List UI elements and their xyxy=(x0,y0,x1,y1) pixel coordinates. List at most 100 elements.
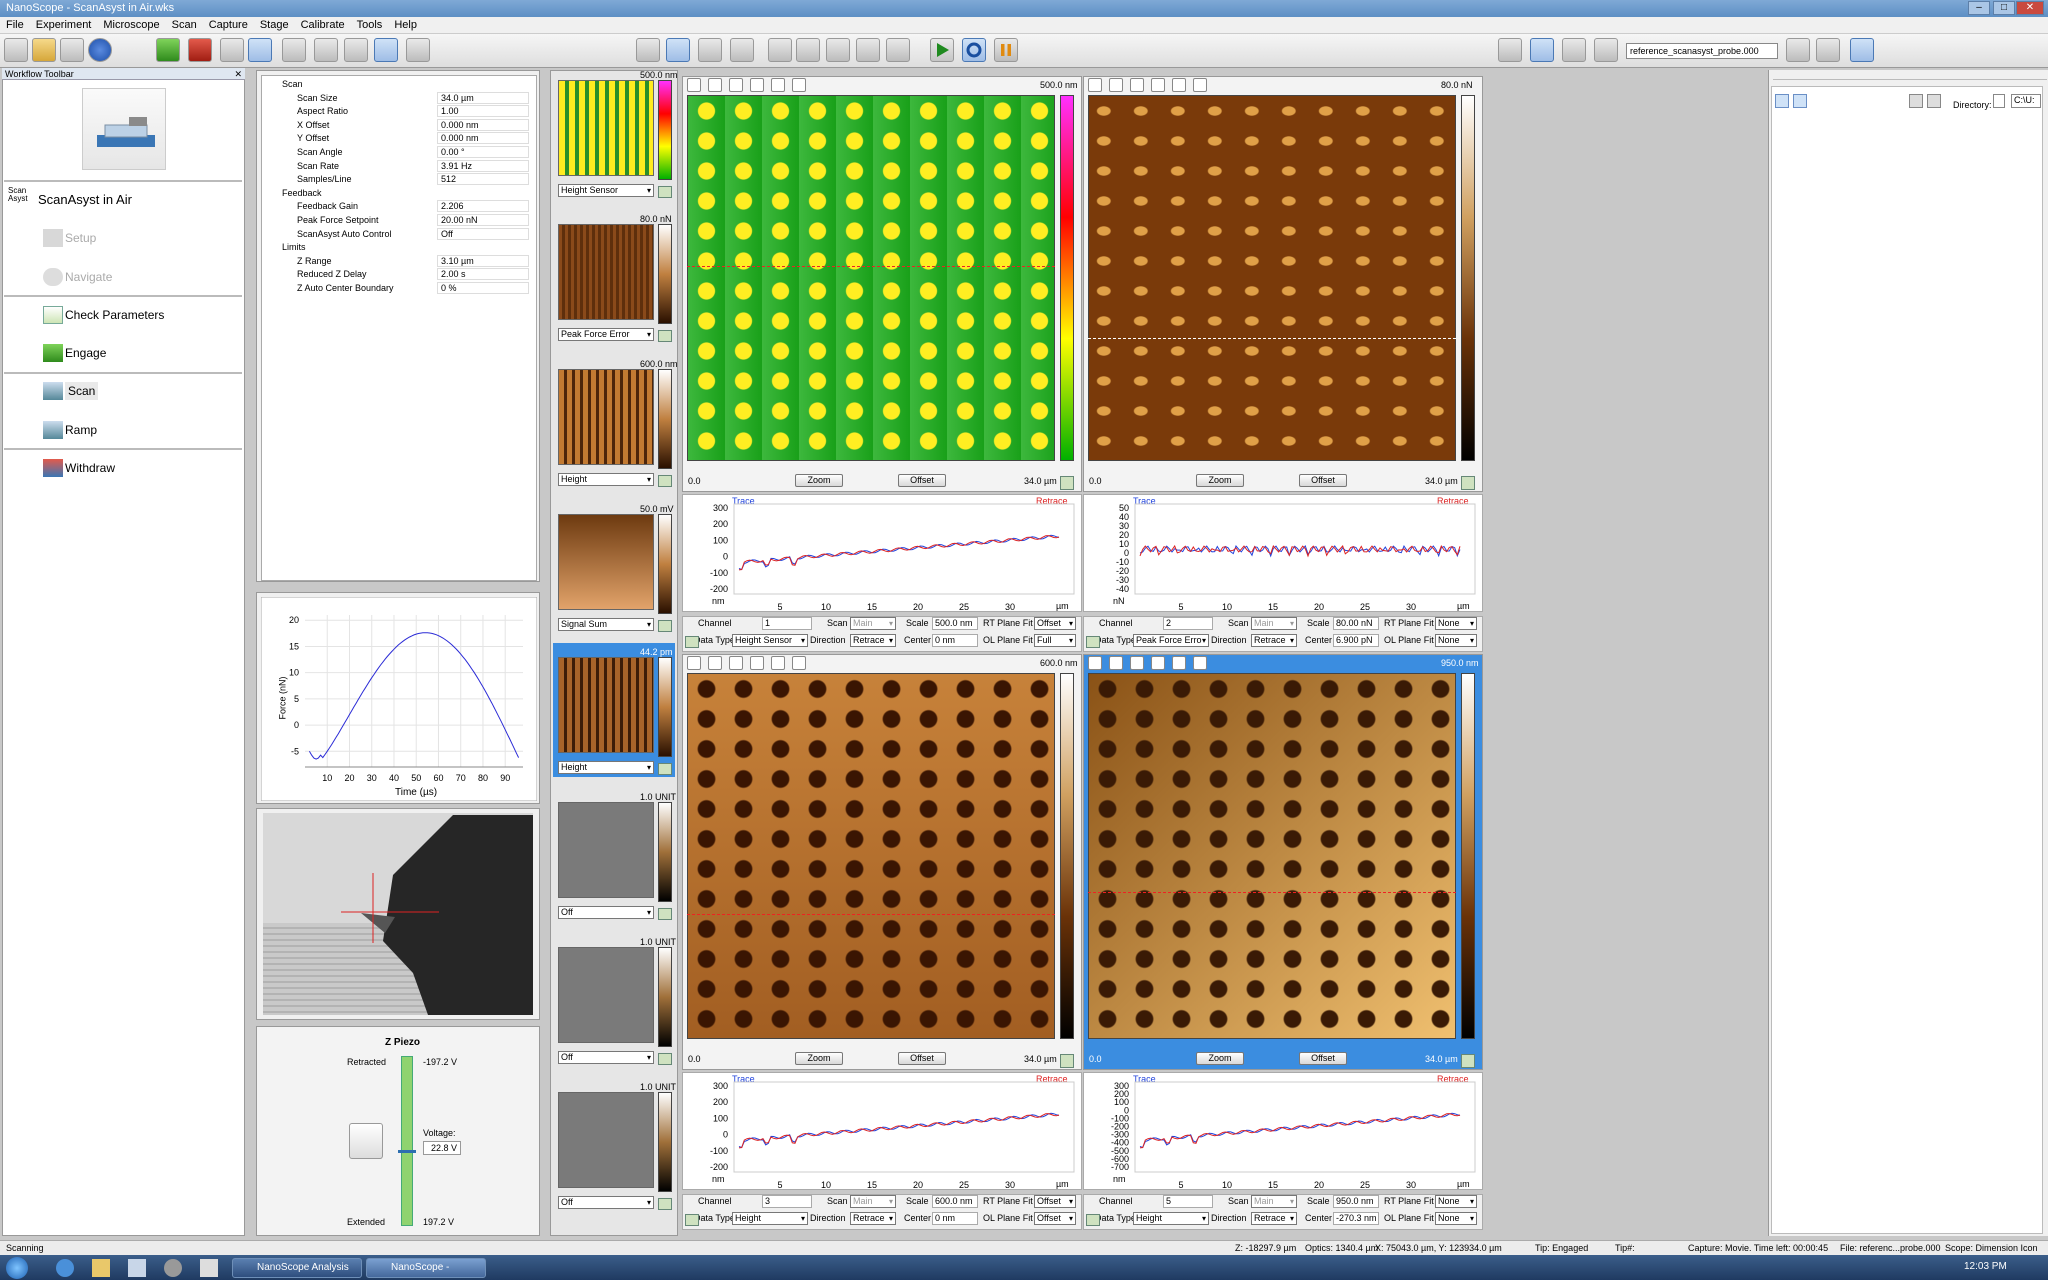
offset-button[interactable]: Offset xyxy=(1299,474,1347,487)
profile-options-icon[interactable] xyxy=(1086,636,1100,648)
direction-select[interactable]: Retrace xyxy=(1251,634,1297,647)
param-value-field[interactable]: 0.000 nm xyxy=(437,118,529,131)
capture-force-icon[interactable] xyxy=(856,38,880,62)
scan-image[interactable] xyxy=(687,673,1055,1039)
direction-select[interactable]: Retrace xyxy=(1251,1212,1297,1225)
thumb-image-icon[interactable] xyxy=(658,1053,672,1065)
zoom-icon[interactable] xyxy=(729,656,743,670)
maximize-button[interactable]: □ xyxy=(1993,1,2015,15)
thumb-channel-select[interactable]: Signal Sum xyxy=(558,618,654,631)
workflow-withdraw[interactable]: Withdraw xyxy=(43,459,115,477)
param-value-field[interactable]: 0.000 nm xyxy=(437,132,529,145)
param-value-field[interactable]: 20.00 nN xyxy=(437,214,529,226)
workflow-navigate[interactable]: Navigate xyxy=(43,268,112,286)
thumb-image-icon[interactable] xyxy=(658,620,672,632)
view-thumb-icon[interactable] xyxy=(1793,94,1807,108)
profile-options-icon[interactable] xyxy=(1086,1214,1100,1226)
camera-icon[interactable] xyxy=(1498,38,1522,62)
hand-icon[interactable] xyxy=(708,78,722,92)
offset-button[interactable]: Offset xyxy=(1299,1052,1347,1065)
view-list-icon[interactable] xyxy=(1775,94,1789,108)
withdraw-icon[interactable] xyxy=(188,38,212,62)
zoom-in-icon[interactable] xyxy=(750,78,764,92)
directory-browse-button[interactable] xyxy=(1993,94,2005,108)
channel-thumbnail[interactable] xyxy=(558,224,654,320)
pencil-icon[interactable] xyxy=(687,656,701,670)
scan-image[interactable] xyxy=(687,95,1055,461)
folder-icon[interactable] xyxy=(1816,38,1840,62)
direction-select[interactable]: Retrace xyxy=(850,634,896,647)
browse-icon[interactable] xyxy=(1786,38,1810,62)
taskbar-nanoscope-analysis[interactable]: NanoScope Analysis xyxy=(232,1258,362,1278)
zoom-in-icon[interactable] xyxy=(1151,78,1165,92)
hand-icon[interactable] xyxy=(1109,78,1123,92)
scale-field[interactable]: 500.0 nm xyxy=(932,617,978,630)
param-value-field[interactable]: 2.206 xyxy=(437,200,529,213)
thumb-channel-select[interactable]: Off xyxy=(558,906,654,919)
param-value-field[interactable]: 3.91 Hz xyxy=(437,159,529,172)
hand-icon[interactable] xyxy=(1109,656,1123,670)
frame-icon[interactable] xyxy=(220,38,244,62)
scan-select[interactable]: Main xyxy=(1251,617,1297,630)
minimize-button[interactable]: – xyxy=(1968,1,1990,15)
camera-capture-icon[interactable] xyxy=(1562,38,1586,62)
help-icon[interactable] xyxy=(88,38,112,62)
ie-icon[interactable] xyxy=(56,1259,74,1277)
pencil-icon[interactable] xyxy=(1088,656,1102,670)
capture-icon[interactable] xyxy=(768,38,792,62)
channel-thumbnail[interactable] xyxy=(558,369,654,465)
probe-tool-icon[interactable] xyxy=(344,38,368,62)
zoom-icon[interactable] xyxy=(1130,78,1144,92)
image-options-icon[interactable] xyxy=(1461,476,1475,490)
channel-thumbnail[interactable] xyxy=(558,1092,654,1188)
restart-scan-icon[interactable] xyxy=(962,38,986,62)
param-section[interactable]: Scan xyxy=(282,78,303,91)
save-icon[interactable] xyxy=(60,38,84,62)
zoom-button[interactable]: Zoom xyxy=(1196,474,1244,487)
center-field[interactable]: 0 nm xyxy=(932,634,978,647)
thumb-channel-select[interactable]: Height xyxy=(558,473,654,486)
cursor-icon[interactable] xyxy=(374,38,398,62)
channel-field[interactable]: 5 xyxy=(1163,1195,1213,1208)
thumb-channel-select[interactable]: Height xyxy=(558,761,654,774)
image-options-icon[interactable] xyxy=(1461,1054,1475,1068)
pencil-icon[interactable] xyxy=(687,78,701,92)
scan-view-icon[interactable] xyxy=(248,38,272,62)
menu-stage[interactable]: Stage xyxy=(254,17,295,34)
optical-camera-view[interactable] xyxy=(263,813,533,1015)
scale-field[interactable]: 80.00 nN xyxy=(1333,617,1379,630)
profile-options-icon[interactable] xyxy=(685,1214,699,1226)
zoom-in-icon[interactable] xyxy=(750,656,764,670)
camera-icon[interactable] xyxy=(1909,94,1923,108)
param-value-field[interactable]: 3.10 µm xyxy=(437,254,529,267)
channel-thumbnail[interactable] xyxy=(558,947,654,1043)
zoom-fit-icon[interactable] xyxy=(1193,78,1207,92)
param-section[interactable]: Feedback xyxy=(282,187,322,200)
menu-file[interactable]: File xyxy=(0,17,30,34)
app2-icon[interactable] xyxy=(164,1259,182,1277)
layout-3-icon[interactable] xyxy=(698,38,722,62)
zoom-icon[interactable] xyxy=(729,78,743,92)
up-folder-icon[interactable] xyxy=(1927,94,1941,108)
scan-select[interactable]: Main xyxy=(1251,1195,1297,1208)
zoom-fit-icon[interactable] xyxy=(792,78,806,92)
direction-select[interactable]: Retrace xyxy=(850,1212,896,1225)
scale-field[interactable]: 600.0 nm xyxy=(932,1195,978,1208)
channel-thumbnail[interactable] xyxy=(558,514,654,610)
ol-planefit-select[interactable]: None xyxy=(1435,634,1477,647)
capture-filename-input[interactable] xyxy=(1626,43,1778,59)
workflow-ramp[interactable]: Ramp xyxy=(43,421,97,439)
datatype-select[interactable]: Height Sensor xyxy=(732,634,808,647)
abort-capture-icon[interactable] xyxy=(886,38,910,62)
microscope-icon[interactable] xyxy=(4,38,28,62)
menu-tools[interactable]: Tools xyxy=(351,17,389,34)
layout-4-icon[interactable] xyxy=(730,38,754,62)
thumb-channel-select[interactable]: Off xyxy=(558,1051,654,1064)
workflow-close-icon[interactable]: ✕ xyxy=(234,68,242,80)
param-value-field[interactable]: 1.00 xyxy=(437,105,529,118)
param-value-field[interactable]: 34.0 µm xyxy=(437,91,529,104)
thumb-channel-select[interactable]: Off xyxy=(558,1196,654,1209)
param-value-field[interactable]: 2.00 s xyxy=(437,268,529,281)
target-icon[interactable] xyxy=(282,38,306,62)
thumb-image-icon[interactable] xyxy=(658,330,672,342)
